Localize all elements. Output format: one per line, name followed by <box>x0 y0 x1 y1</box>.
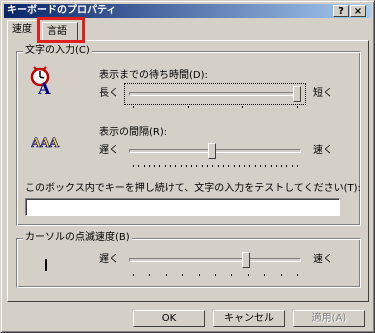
char-input-group-title: 文字の入力(C) <box>23 45 92 57</box>
cursor-blink-slider[interactable] <box>129 252 301 270</box>
slider-tick <box>218 165 219 167</box>
slider-tick <box>281 165 282 167</box>
repeat-delay-min-label: 長く <box>99 88 119 99</box>
slider-tick <box>144 165 145 167</box>
repeat-rate-slider[interactable] <box>129 143 301 161</box>
slider-tick <box>175 165 176 167</box>
slider-tick <box>188 106 189 108</box>
slider-tick <box>186 165 187 167</box>
slider-tick <box>138 165 139 167</box>
slider-tick <box>297 274 298 276</box>
slider-tick <box>165 165 166 167</box>
cursor-blink-track <box>129 258 301 262</box>
slider-tick <box>133 106 134 108</box>
slider-tick <box>228 165 229 167</box>
repeat-delay-icon: A <box>29 66 59 99</box>
apply-button[interactable]: 適用(A) <box>293 310 365 327</box>
slider-tick <box>149 165 150 167</box>
repeat-rate-thumb[interactable] <box>208 143 216 159</box>
slider-tick <box>286 165 287 167</box>
test-input[interactable] <box>25 198 340 216</box>
slider-tick <box>239 165 240 167</box>
slider-tick <box>133 165 134 167</box>
repeat-rate-max-label: 速く <box>313 145 333 156</box>
test-box-label: このボックス内でキーを押し続けて、文字の入力をテストしてください(T): <box>25 183 361 194</box>
cursor-blink-max-label: 速く <box>313 254 333 265</box>
repeat-delay-track <box>129 92 301 96</box>
ok-button[interactable]: OK <box>133 310 205 327</box>
cancel-button[interactable]: キャンセル <box>213 310 285 327</box>
slider-tick <box>281 274 282 276</box>
cursor-blink-group: カーソルの点滅速度(B) 遅く 速く <box>16 232 361 288</box>
slider-tick <box>297 106 298 108</box>
slider-tick <box>248 274 249 276</box>
repeat-delay-slider[interactable] <box>129 86 301 104</box>
slider-tick <box>244 165 245 167</box>
slider-tick <box>292 165 293 167</box>
slider-tick <box>223 165 224 167</box>
slider-tick <box>234 165 235 167</box>
slider-tick <box>196 165 197 167</box>
slider-tick <box>182 274 183 276</box>
slider-tick <box>191 165 192 167</box>
cursor-blink-thumb[interactable] <box>242 252 250 268</box>
slider-tick <box>212 165 213 167</box>
cursor-blink-ticks <box>133 274 298 277</box>
slider-tick <box>154 165 155 167</box>
slider-tick <box>199 274 200 276</box>
slider-tick <box>133 274 134 276</box>
keyboard-properties-window: キーボードのプロパティ ? × 速度 言語 文字の入力(C) A 表示までの待ち… <box>0 0 375 333</box>
repeat-delay-label: 表示までの待ち時間(D): <box>99 70 208 81</box>
cursor-blink-group-title: カーソルの点滅速度(B) <box>23 232 132 244</box>
repeat-rate-ticks <box>133 165 298 168</box>
tab-highlight-box <box>37 17 85 43</box>
slider-tick <box>264 274 265 276</box>
tab-speed[interactable]: 速度 <box>7 20 40 41</box>
char-input-group: 文字の入力(C) A 表示までの待ち時間(D): 長く 短く A A A 表示の… <box>16 45 361 226</box>
help-button[interactable]: ? <box>333 5 349 17</box>
slider-tick <box>265 165 266 167</box>
repeat-delay-max-label: 短く <box>313 88 333 99</box>
slider-tick <box>166 274 167 276</box>
slider-tick <box>170 165 171 167</box>
slider-tick <box>276 165 277 167</box>
slider-tick <box>207 165 208 167</box>
slider-tick <box>242 106 243 108</box>
repeat-rate-label: 表示の間隔(R): <box>99 127 168 138</box>
svg-text:A: A <box>48 136 60 151</box>
cursor-blink-min-label: 遅く <box>99 254 119 265</box>
close-button[interactable]: × <box>350 5 366 17</box>
tab-panel-speed: 文字の入力(C) A 表示までの待ち時間(D): 長く 短く A A A 表示の… <box>7 40 369 302</box>
svg-text:A: A <box>37 79 51 96</box>
slider-tick <box>249 165 250 167</box>
slider-tick <box>255 165 256 167</box>
slider-tick <box>181 165 182 167</box>
repeat-delay-thumb[interactable] <box>293 86 301 102</box>
repeat-rate-icon: A A A <box>30 132 65 155</box>
slider-tick <box>271 165 272 167</box>
repeat-rate-min-label: 遅く <box>99 145 119 156</box>
window-title: キーボードのプロパティ <box>7 5 117 16</box>
slider-tick <box>260 165 261 167</box>
repeat-delay-ticks <box>133 106 298 109</box>
slider-tick <box>202 165 203 167</box>
slider-tick <box>297 165 298 167</box>
cursor-icon <box>45 259 47 271</box>
slider-tick <box>149 274 150 276</box>
title-bar: キーボードのプロパティ ? × <box>4 4 371 18</box>
slider-tick <box>215 274 216 276</box>
slider-tick <box>231 274 232 276</box>
slider-tick <box>159 165 160 167</box>
